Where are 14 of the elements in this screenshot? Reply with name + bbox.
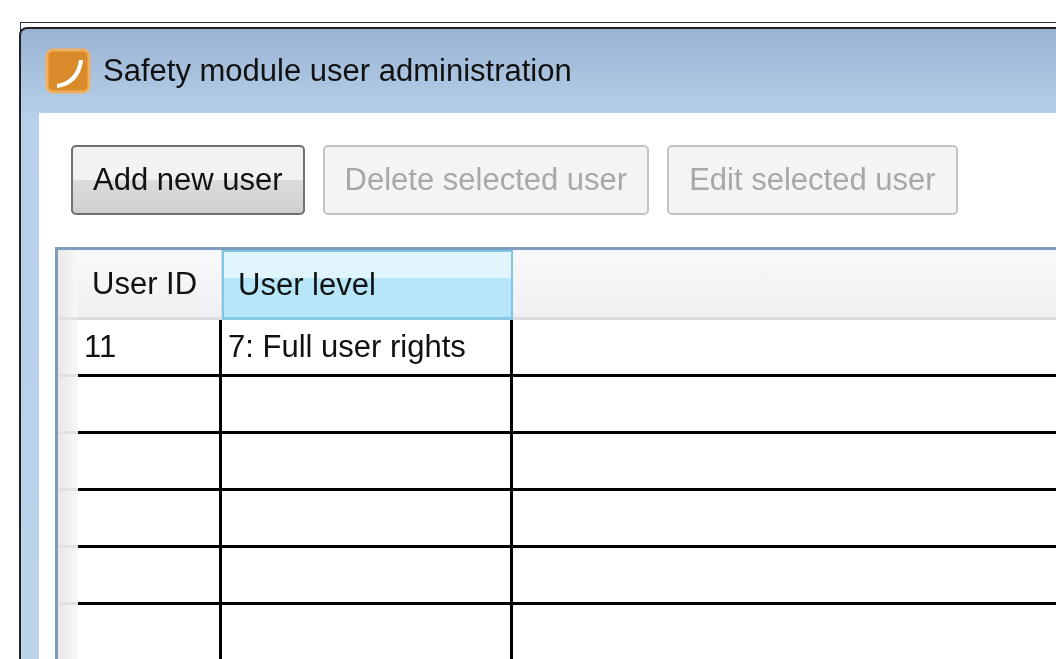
row-header[interactable] <box>58 548 78 605</box>
row-header[interactable] <box>58 377 78 434</box>
row-header[interactable] <box>58 434 78 491</box>
window-title: Safety module user administration <box>103 53 572 89</box>
row-header[interactable] <box>58 491 78 548</box>
column-header[interactable]: User level <box>222 250 513 320</box>
app-icon <box>45 48 91 94</box>
table-cell: 11 <box>78 320 222 377</box>
column-header[interactable]: User ID <box>78 250 222 320</box>
table-cell: 7: Full user rights <box>222 320 513 377</box>
row-header[interactable] <box>58 605 78 659</box>
table-corner <box>58 250 78 320</box>
row-header[interactable] <box>58 320 78 377</box>
add-user-button[interactable]: Add new user <box>71 145 305 215</box>
